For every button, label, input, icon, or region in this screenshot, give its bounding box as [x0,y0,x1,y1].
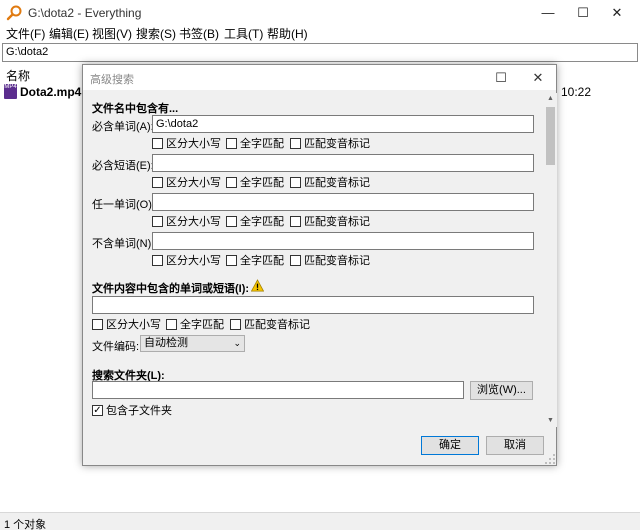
browse-button[interactable]: 浏览(W)... [470,381,533,400]
folder-input[interactable] [92,381,464,399]
ok-button[interactable]: 确定 [421,436,479,455]
checkmark-icon: ✓ [92,405,103,416]
all-words-input[interactable]: G:\dota2 [152,115,534,133]
content-section-heading: 文件内容中包含的单词或短语(I): [92,283,250,295]
menu-tools[interactable]: 工具(T) [224,26,263,42]
resize-grip-icon[interactable] [544,453,556,465]
close-icon: ✕ [532,70,544,85]
menu-file[interactable]: 文件(F) [6,26,45,42]
status-bar: 1 个对象 [0,512,640,531]
dialog-title-bar: 高级搜索 ☐ ✕ [83,65,556,90]
encoding-label: 文件编码: [92,341,140,353]
none-words-input[interactable] [152,232,534,250]
warning-icon [251,279,264,292]
menu-bookmarks[interactable]: 书签(B) [179,26,219,42]
content-input[interactable] [92,296,534,314]
column-header-name[interactable]: 名称 [6,67,30,84]
exact-phrase-input[interactable] [152,154,534,172]
encoding-select[interactable]: 自动检测 ⌄ [140,335,245,352]
exact-phrase-label: 必含短语(E): [92,160,154,172]
dialog-title: 高级搜索 [90,74,134,86]
scroll-thumb[interactable] [546,107,555,165]
filename-section-heading: 文件名中包含有... [92,103,179,115]
result-file-name[interactable]: Dota2.mp4 [20,85,81,99]
menu-help[interactable]: 帮助(H) [267,26,308,42]
title-bar: G:\dota2 - Everything — ☐ ✕ [0,0,640,26]
close-icon: ✕ [611,5,623,20]
dialog-maximize-button[interactable]: ☐ [483,65,519,90]
maximize-icon: ☐ [577,5,589,20]
chevron-down-icon: ⌄ [233,338,241,348]
any-words-label: 任一单词(O): [92,199,155,211]
close-button[interactable]: ✕ [594,0,640,26]
menu-view[interactable]: 视图(V) [92,26,132,42]
scroll-down-icon[interactable]: ▼ [544,415,557,427]
any-words-input[interactable] [152,193,534,211]
menu-search[interactable]: 搜索(S) [136,26,176,42]
dialog-close-button[interactable]: ✕ [520,65,556,90]
scroll-up-icon[interactable]: ▲ [544,93,557,105]
magnifier-icon [6,5,22,21]
advanced-search-dialog: 高级搜索 ☐ ✕ 文件名中包含有... 必含单词(A): G:\dota2 区分… [82,64,557,466]
menu-edit[interactable]: 编辑(E) [49,26,89,42]
maximize-icon: ☐ [495,70,507,85]
none-words-label: 不含单词(N): [92,238,155,250]
search-input[interactable]: G:\dota2 [2,43,638,62]
minimize-icon: — [541,5,555,20]
result-modified-time: 10:22 [561,85,592,99]
mp4-file-icon: MP4 [4,84,17,99]
menu-bar: 文件(F) 编辑(E) 视图(V) 搜索(S) 书签(B) 工具(T) 帮助(H… [0,26,640,42]
cancel-button[interactable]: 取消 [486,436,544,455]
window-title: G:\dota2 - Everything [28,6,142,20]
dialog-scrollbar[interactable]: ▲ ▼ [544,93,557,427]
all-words-label: 必含单词(A): [92,121,154,133]
